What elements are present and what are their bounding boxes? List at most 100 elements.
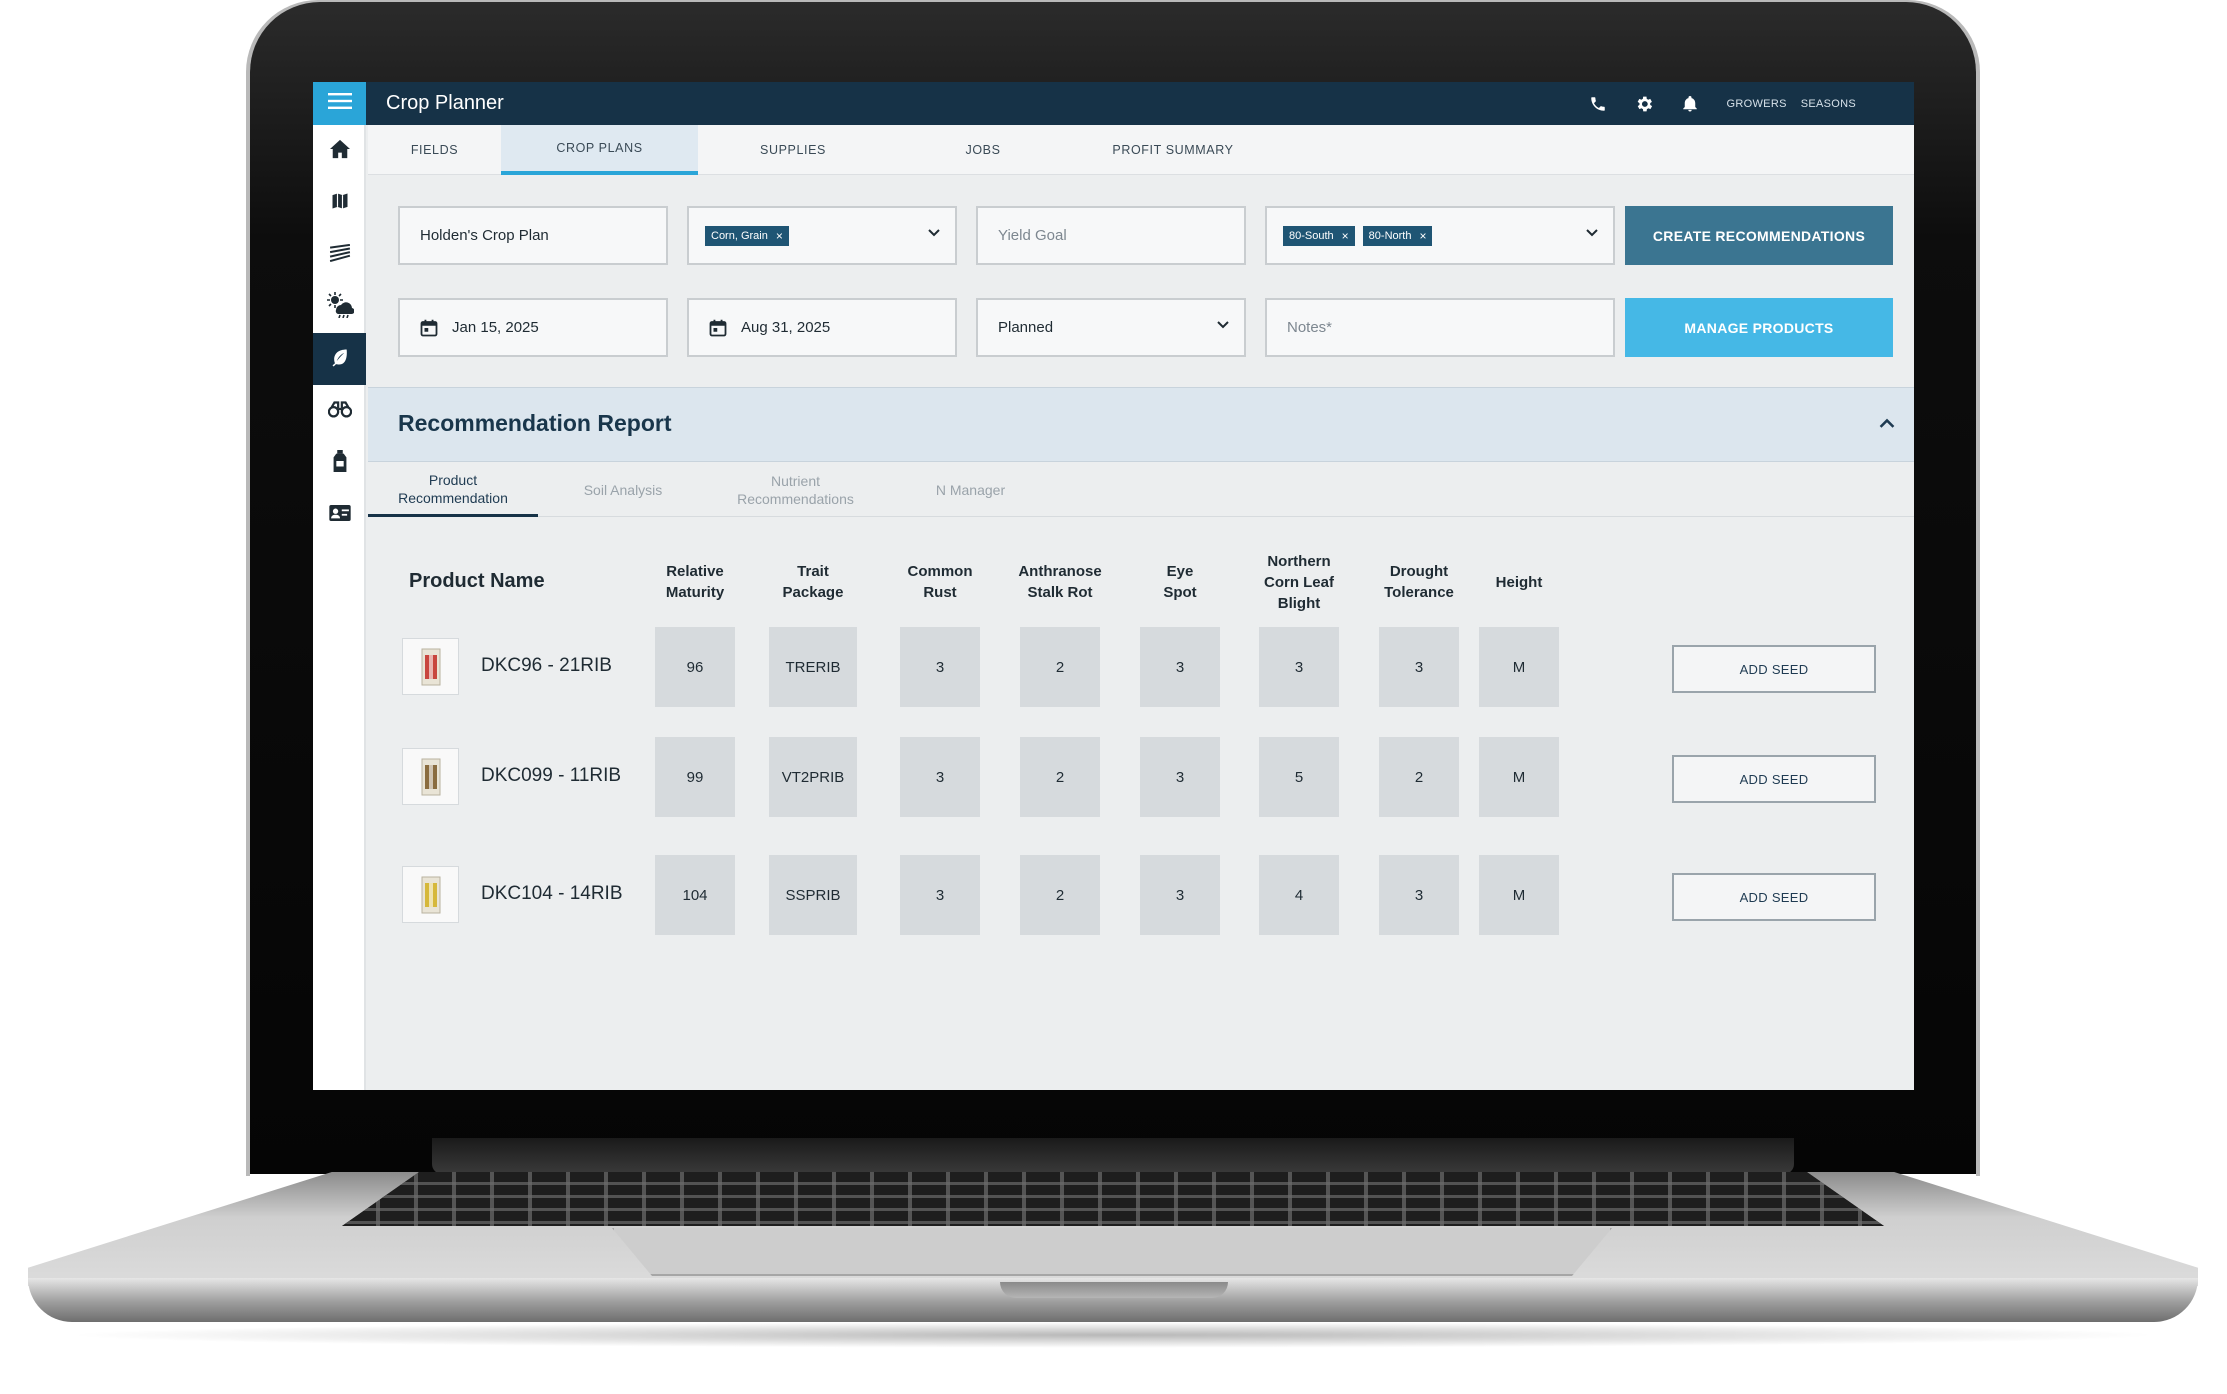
rating-cell: 3 bbox=[1140, 737, 1220, 817]
chip-remove-icon[interactable]: × bbox=[1419, 229, 1426, 243]
plan-name-value: Holden's Crop Plan bbox=[420, 227, 549, 244]
sidebar-item-home[interactable] bbox=[313, 125, 366, 177]
rating-cell: M bbox=[1479, 627, 1559, 707]
tab-fields[interactable]: FIELDS bbox=[368, 125, 501, 175]
rating-cell: 3 bbox=[1379, 855, 1459, 935]
rating-cell: M bbox=[1479, 855, 1559, 935]
field-chip-label: 80-North bbox=[1368, 229, 1412, 242]
column-header: Common Rust bbox=[880, 561, 1000, 603]
rating-cell: 5 bbox=[1259, 737, 1339, 817]
tab-jobs[interactable]: JOBS bbox=[888, 125, 1078, 175]
rating-cell: 96 bbox=[655, 627, 735, 707]
seasons-link[interactable]: SEASONS bbox=[1801, 98, 1856, 110]
start-date-value: Jan 15, 2025 bbox=[452, 319, 539, 336]
start-date-field[interactable]: Jan 15, 2025 bbox=[398, 298, 668, 357]
rating-cell: 3 bbox=[900, 737, 980, 817]
bell-icon[interactable] bbox=[1667, 82, 1713, 125]
status-value: Planned bbox=[998, 319, 1054, 336]
phone-icon[interactable] bbox=[1575, 82, 1621, 125]
chip-remove-icon[interactable]: × bbox=[1342, 229, 1349, 243]
plan-name-field[interactable]: Holden's Crop Plan bbox=[398, 206, 668, 265]
end-date-field[interactable]: Aug 31, 2025 bbox=[687, 298, 957, 357]
chip-remove-icon[interactable]: × bbox=[776, 229, 783, 243]
add-seed-button[interactable]: ADD SEED bbox=[1672, 755, 1876, 803]
crop-chip[interactable]: Corn, Grain × bbox=[705, 225, 789, 246]
app-title: Crop Planner bbox=[386, 92, 504, 114]
rating-cell: 3 bbox=[1379, 627, 1459, 707]
sidebar-item-weather[interactable] bbox=[313, 281, 366, 333]
product-name: DKC104 - 14RIB bbox=[481, 883, 623, 904]
field-chip-label: 80-South bbox=[1289, 229, 1334, 242]
rating-cell: 3 bbox=[900, 627, 980, 707]
column-header: Trait Package bbox=[753, 561, 873, 603]
field-chip-north[interactable]: 80-North × bbox=[1362, 225, 1433, 246]
subtab-soil-analysis[interactable]: Soil Analysis bbox=[538, 463, 708, 517]
rating-cell: 3 bbox=[1140, 627, 1220, 707]
sidebar-item-products[interactable] bbox=[313, 437, 366, 489]
yield-goal-placeholder: Yield Goal bbox=[998, 227, 1067, 244]
sidebar-item-crop-plans[interactable] bbox=[313, 333, 366, 385]
subtab-product-recommendation[interactable]: Product Recommendation bbox=[368, 463, 538, 517]
sidebar-item-map[interactable] bbox=[313, 177, 366, 229]
report-header: Recommendation Report bbox=[368, 387, 1914, 462]
id-card-icon bbox=[328, 504, 351, 526]
tab-crop-plans[interactable]: CROP PLANS bbox=[501, 125, 698, 175]
column-header-line: Maturity bbox=[665, 584, 725, 601]
rating-cell: VT2PRIB bbox=[769, 737, 857, 817]
column-header-line: Eye bbox=[1166, 563, 1194, 580]
tab-profit-summary[interactable]: PROFIT SUMMARY bbox=[1078, 125, 1268, 175]
rating-cell: 3 bbox=[1140, 855, 1220, 935]
add-seed-button[interactable]: ADD SEED bbox=[1672, 645, 1876, 693]
column-header-line: Trait bbox=[797, 563, 829, 580]
column-header-line: Relative bbox=[666, 563, 724, 580]
field-select[interactable]: 80-South × 80-North × bbox=[1265, 206, 1615, 265]
yield-goal-input[interactable]: Yield Goal bbox=[976, 206, 1246, 265]
gear-icon[interactable] bbox=[1621, 82, 1667, 125]
seed-bag-icon bbox=[421, 758, 440, 795]
laptop-keyboard-rows bbox=[342, 1172, 1884, 1226]
tab-supplies[interactable]: SUPPLIES bbox=[698, 125, 888, 175]
column-header-line: Stalk Rot bbox=[1027, 584, 1093, 601]
laptop-shadow bbox=[60, 1322, 2166, 1348]
crop-select[interactable]: Corn, Grain × bbox=[687, 206, 957, 265]
column-header: Eye Spot bbox=[1120, 561, 1240, 603]
report-subtabs: Product Recommendation Soil Analysis Nutr… bbox=[368, 463, 1914, 517]
subtab-label: Product bbox=[428, 471, 478, 488]
subtab-nutrient-recommendations[interactable]: Nutrient Recommendations bbox=[708, 463, 883, 517]
sidebar-item-scouting[interactable] bbox=[313, 385, 366, 437]
chevron-down-icon bbox=[927, 226, 941, 244]
chevron-up-icon[interactable] bbox=[1878, 414, 1896, 437]
add-seed-button[interactable]: ADD SEED bbox=[1672, 873, 1876, 921]
manage-products-button[interactable]: MANAGE PRODUCTS bbox=[1625, 298, 1893, 357]
column-header: Anthranose Stalk Rot bbox=[1000, 561, 1120, 603]
create-recommendations-button[interactable]: CREATE RECOMMENDATIONS bbox=[1625, 206, 1893, 265]
column-header-line: Package bbox=[782, 584, 844, 601]
app-screen: Crop Planner GROWERS SEASONS FIELDS CROP… bbox=[313, 82, 1914, 1090]
product-thumbnail bbox=[402, 638, 459, 695]
sidebar bbox=[313, 125, 366, 1090]
top-bar: Crop Planner GROWERS SEASONS bbox=[313, 82, 1914, 125]
column-header-line: Spot bbox=[1163, 584, 1197, 601]
main-tabs: FIELDS CROP PLANS SUPPLIES JOBS PROFIT S… bbox=[368, 125, 1914, 175]
field-chip-south[interactable]: 80-South × bbox=[1283, 225, 1355, 246]
notes-input[interactable]: Notes* bbox=[1265, 298, 1615, 357]
product-thumbnail bbox=[402, 748, 459, 805]
laptop-mockup: Crop Planner GROWERS SEASONS FIELDS CROP… bbox=[0, 0, 2227, 1394]
column-header-line: Blight bbox=[1277, 594, 1321, 612]
rating-cell: 2 bbox=[1020, 627, 1100, 707]
subtab-label: Recommendations bbox=[737, 491, 854, 507]
sidebar-item-fields[interactable] bbox=[313, 229, 366, 281]
column-header-line: Corn Leaf bbox=[1263, 573, 1334, 591]
growers-link[interactable]: GROWERS bbox=[1727, 98, 1787, 110]
rating-cell: 4 bbox=[1259, 855, 1339, 935]
subtab-label: Recommendation bbox=[398, 489, 508, 506]
subtab-n-manager[interactable]: N Manager bbox=[883, 463, 1058, 517]
column-header: Relative Maturity bbox=[635, 561, 755, 603]
sidebar-item-contacts[interactable] bbox=[313, 489, 366, 541]
menu-button[interactable] bbox=[313, 82, 366, 125]
home-icon bbox=[329, 139, 351, 164]
status-select[interactable]: Planned bbox=[976, 298, 1246, 357]
rating-cell: 3 bbox=[900, 855, 980, 935]
column-header: Northern Corn Leaf Blight bbox=[1239, 551, 1359, 614]
rating-cell: 2 bbox=[1020, 737, 1100, 817]
